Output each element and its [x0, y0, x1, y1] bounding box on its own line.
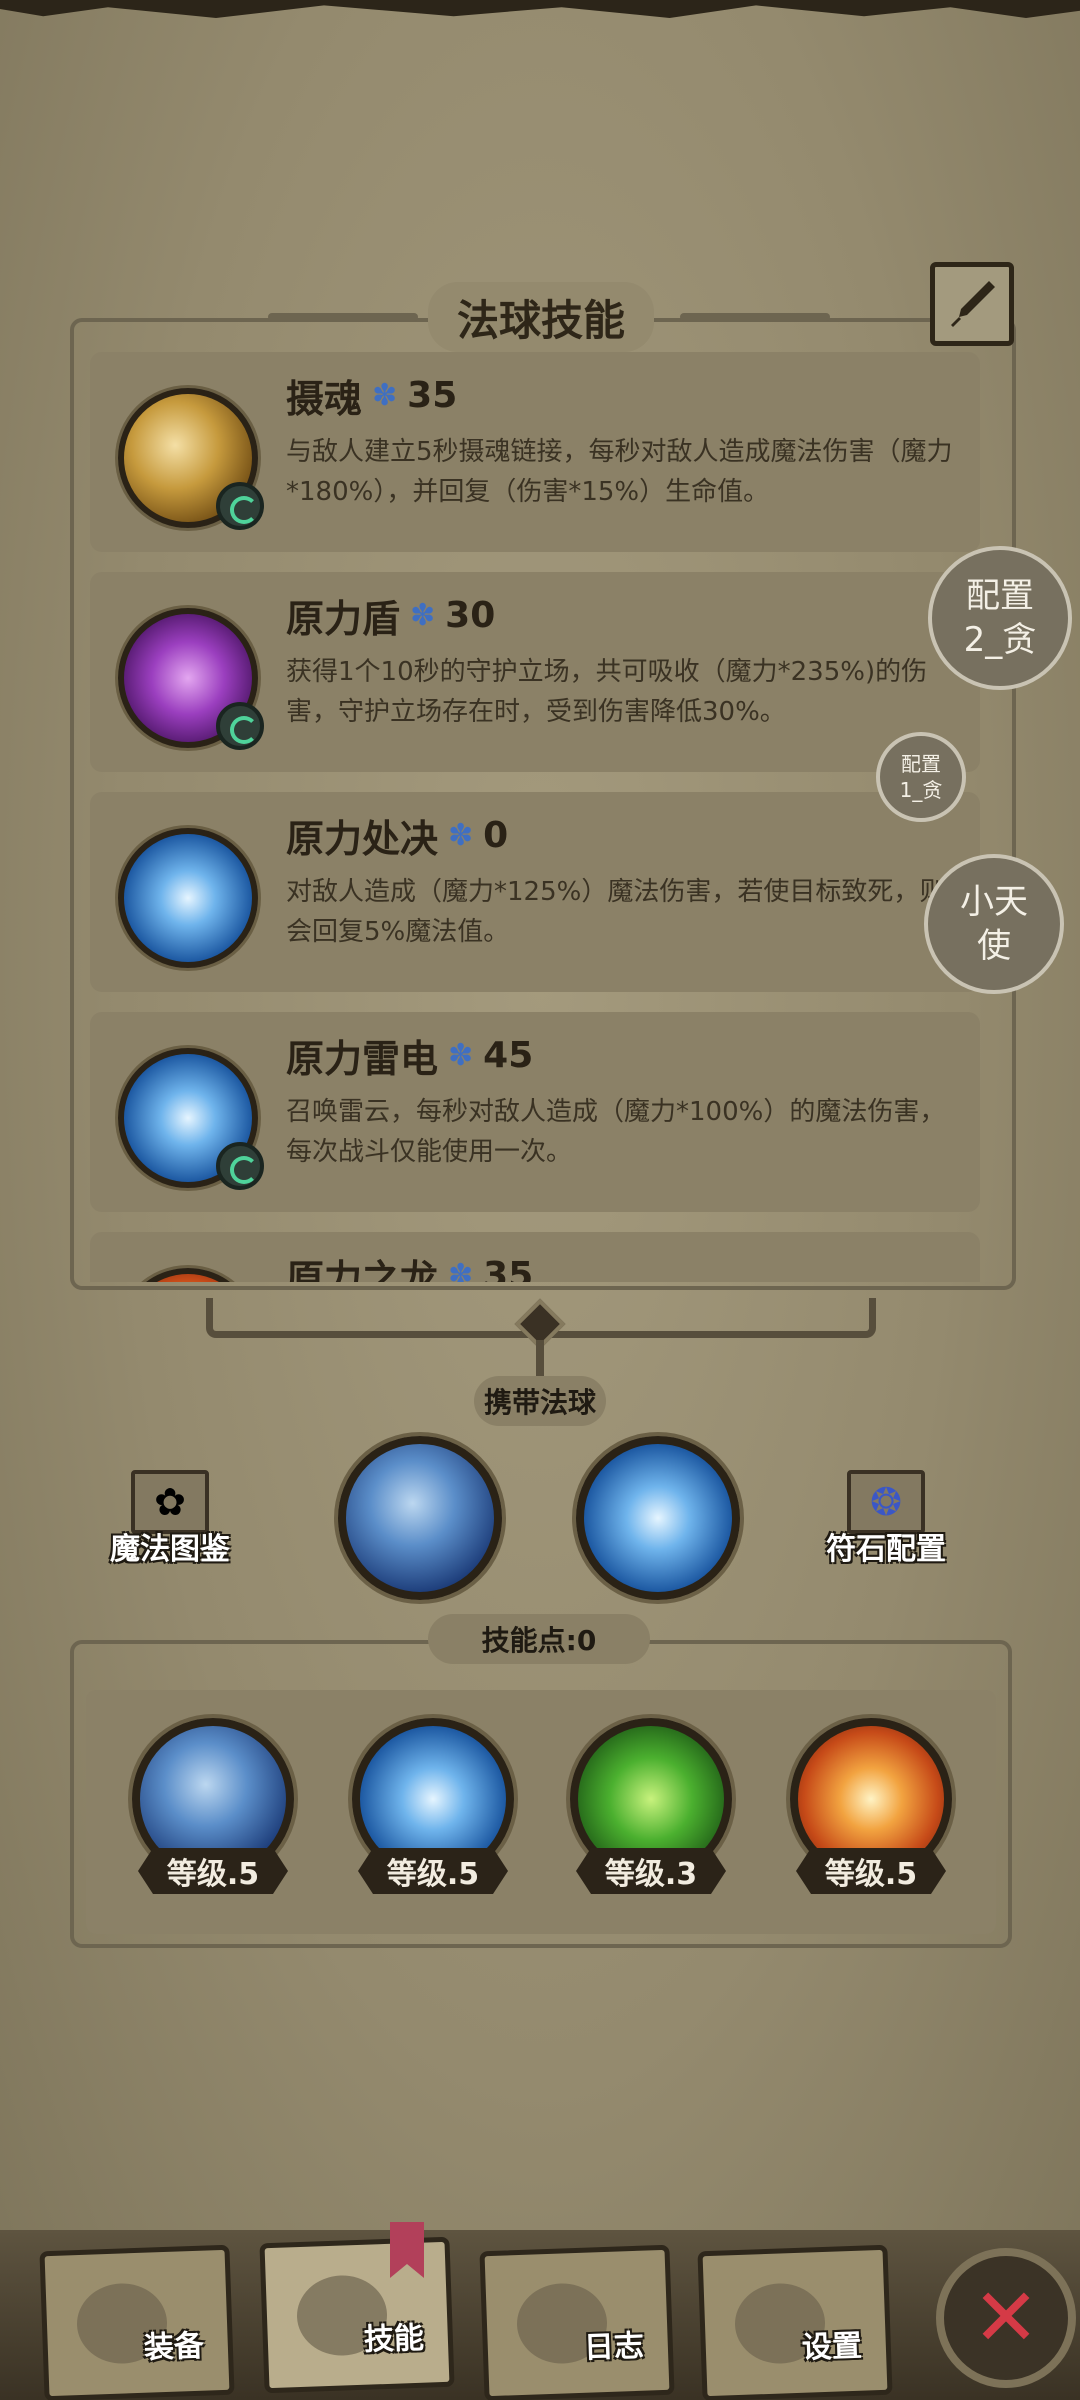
force-shield-icon	[118, 608, 264, 750]
force-execute-icon	[118, 828, 258, 968]
tab-label: 装备	[143, 2328, 205, 2366]
tab-label: 设置	[801, 2328, 863, 2366]
skill-name: 摄魂	[286, 377, 363, 421]
rune-gem-icon	[216, 1142, 264, 1190]
skill-description: 召唤雷云，每秒对敌人造成（魔力*100%）的魔法伤害，每次战斗仅能使用一次。	[286, 1097, 946, 1167]
rune-config-label: 符石配置	[826, 1532, 946, 1567]
close-button[interactable]: ✕	[936, 2248, 1076, 2388]
skill-cost: 0	[483, 815, 509, 856]
rune-gem-icon	[216, 482, 264, 530]
skill-name-row: 原力雷电 ✽ 45	[286, 1028, 533, 1083]
carried-lightning-orb-icon[interactable]	[576, 1436, 740, 1600]
carried-ice-orb-icon[interactable]	[338, 1436, 502, 1600]
mana-flower-icon: ✽	[372, 378, 398, 413]
mana-flower-icon: ✽	[448, 1038, 474, 1073]
config-1-button[interactable]: 配置 1_贪	[876, 732, 966, 822]
skill-cost: 45	[483, 1035, 534, 1076]
skill-list[interactable]: 摄魂 ✽ 35 与敌人建立5秒摄魂链接，每秒对敌人造成魔法伤害（魔力*180%）…	[86, 352, 982, 1282]
tab-settings[interactable]: 设置	[697, 2244, 893, 2400]
panel-title: 法球技能	[428, 282, 654, 352]
skill-description: 与敌人建立5秒摄魂链接，每秒对敌人造成魔法伤害（魔力*180%），并回复（伤害*…	[286, 437, 953, 507]
tab-skills[interactable]: 技能	[259, 2236, 455, 2394]
soul-chain-icon	[118, 388, 264, 530]
orb-level-badge: 等级.5	[358, 1848, 508, 1894]
magic-compendium-label: 魔法图鉴	[110, 1532, 230, 1567]
edit-button[interactable]	[930, 262, 1014, 346]
quill-icon	[951, 281, 995, 327]
title-ornament-right	[680, 313, 830, 321]
skill-row-soul[interactable]: 摄魂 ✽ 35 与敌人建立5秒摄魂链接，每秒对敌人造成魔法伤害（魔力*180%）…	[90, 352, 980, 552]
mana-flower-icon: ✽	[448, 818, 474, 853]
skill-name-row: 原力盾 ✽ 30	[286, 588, 495, 643]
carry-orbs-label: 携带法球	[474, 1376, 606, 1426]
tab-label: 日志	[583, 2328, 645, 2366]
skill-points-label: 技能点:0	[428, 1614, 650, 1664]
orb-level-badge: 等级.5	[138, 1848, 288, 1894]
skill-name: 原力雷电	[286, 1037, 439, 1081]
orb-level-badge: 等级.3	[576, 1848, 726, 1894]
skill-row-execute[interactable]: 原力处决 ✽ 0 对敌人造成（魔力*125%）魔法伤害，若使目标致死，则会回复5…	[90, 792, 980, 992]
skill-name-row: 原力之龙 ✽ 35	[286, 1248, 533, 1282]
skill-cost: 30	[445, 595, 496, 636]
tab-log[interactable]: 日志	[479, 2244, 675, 2400]
skill-row-dragon[interactable]: 原力之龙 ✽ 35	[90, 1232, 980, 1282]
mana-flower-icon: ✽	[448, 1258, 474, 1282]
magic-compendium-button[interactable]: ✿ 魔法图鉴	[110, 1470, 230, 1568]
config-2-button[interactable]: 配置 2_贪	[928, 546, 1072, 690]
rune-gem-icon	[216, 702, 264, 750]
skill-description: 对敌人造成（魔力*125%）魔法伤害，若使目标致死，则会回复5%魔法值。	[286, 877, 946, 947]
skill-cost: 35	[483, 1255, 534, 1282]
title-ornament-left	[268, 313, 418, 321]
skill-name: 原力处决	[286, 817, 439, 861]
close-icon: ✕	[972, 2271, 1040, 2364]
rune-config-button[interactable]: ❂ 符石配置	[826, 1470, 946, 1568]
skill-name-row: 原力处决 ✽ 0	[286, 808, 508, 863]
tab-label: 技能	[363, 2320, 425, 2358]
force-dragon-icon	[118, 1268, 258, 1282]
mana-flower-icon: ✽	[410, 598, 436, 633]
bracket-stem	[536, 1340, 544, 1380]
skill-row-shield[interactable]: 原力盾 ✽ 30 获得1个10秒的守护立场，共可吸收（魔力*235%)的伤害，守…	[90, 572, 980, 772]
skill-description: 获得1个10秒的守护立场，共可吸收（魔力*235%)的伤害，守护立场存在时，受到…	[286, 657, 928, 727]
skill-row-thunder[interactable]: 原力雷电 ✽ 45 召唤雷云，每秒对敌人造成（魔力*100%）的魔法伤害，每次战…	[90, 1012, 980, 1212]
skill-cost: 35	[407, 375, 458, 416]
angel-button[interactable]: 小天 使	[924, 854, 1064, 994]
skill-name: 原力盾	[286, 597, 401, 641]
skill-name: 原力之龙	[286, 1257, 439, 1282]
skill-name-row: 摄魂 ✽ 35	[286, 368, 457, 423]
force-thunder-icon	[118, 1048, 264, 1190]
tab-equipment[interactable]: 装备	[39, 2244, 235, 2400]
orb-level-badge: 等级.5	[796, 1848, 946, 1894]
